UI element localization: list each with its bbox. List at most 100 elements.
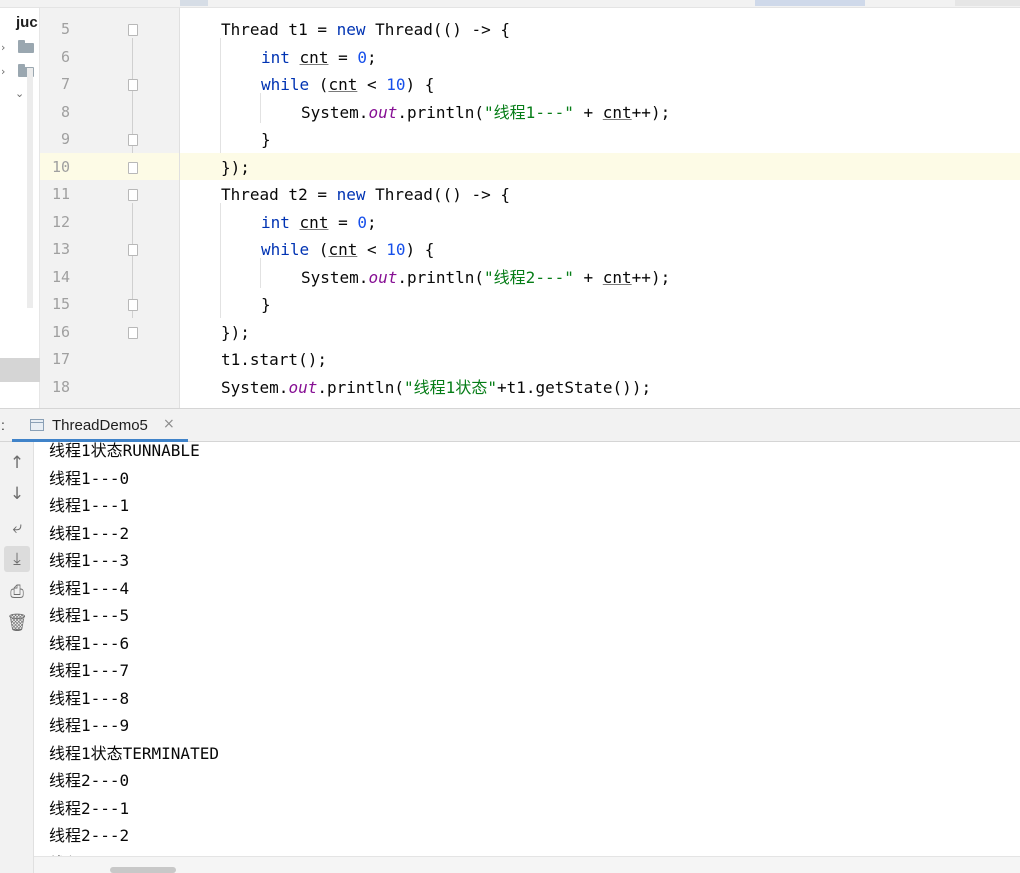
- line-number: 11: [51, 185, 70, 203]
- code-line[interactable]: System.out.println("线程2---" + cnt++);: [301, 264, 670, 291]
- code-token: ++);: [631, 102, 671, 122]
- code-token: out: [288, 377, 318, 397]
- line-number: 17: [51, 350, 70, 368]
- fold-marker-icon[interactable]: [128, 134, 138, 146]
- line-number: 12: [51, 212, 70, 231]
- current-line-highlight: [180, 153, 1020, 180]
- line-number: 9: [60, 130, 70, 148]
- code-token: "线程2---": [484, 267, 574, 287]
- code-token: (: [309, 240, 329, 259]
- code-line[interactable]: while (cnt < 10) {: [261, 71, 434, 98]
- project-root-label[interactable]: juc: [16, 14, 38, 31]
- code-token: });: [221, 322, 250, 342]
- code-token: while: [261, 75, 310, 94]
- code-token: cnt: [602, 102, 632, 122]
- line-number: 18: [51, 377, 70, 396]
- code-token: +: [573, 267, 603, 287]
- code-token: ) {: [405, 240, 435, 259]
- code-line[interactable]: Thread t1 = new Thread(() -> {: [221, 16, 510, 43]
- clear-all-icon[interactable]: 🗑: [4, 610, 30, 636]
- indent-guide: [220, 38, 221, 153]
- code-token: System.: [221, 377, 289, 397]
- console-line: 线程1---4: [49, 578, 130, 598]
- console-line: 线程1---9: [49, 716, 130, 735]
- code-token: });: [221, 157, 250, 177]
- scrollbar-thumb[interactable]: [110, 867, 176, 873]
- close-icon[interactable]: ×: [163, 416, 175, 432]
- code-token: t1.start();: [221, 350, 327, 369]
- fold-marker-icon[interactable]: [128, 244, 138, 256]
- console-line: 线程1---2: [49, 523, 130, 543]
- code-line[interactable]: }: [261, 126, 271, 153]
- code-token: Thread(() -> {: [365, 185, 510, 204]
- run-tab-label: ThreadDemo5: [52, 417, 148, 434]
- code-token: out: [368, 102, 398, 122]
- scroll-up-icon[interactable]: ↑: [4, 450, 30, 476]
- fold-marker-icon[interactable]: [128, 24, 138, 36]
- code-token: +: [573, 102, 603, 122]
- run-tab[interactable]: ThreadDemo5 ×: [12, 409, 188, 443]
- code-line[interactable]: System.out.println("线程1状态"+t1.getState()…: [221, 374, 651, 401]
- chevron-right-icon[interactable]: ›: [1, 65, 5, 78]
- console-line: 线程1---3: [49, 551, 130, 570]
- console-line: 线程1---1: [49, 496, 130, 515]
- code-token: new: [336, 185, 366, 204]
- code-line[interactable]: }: [261, 291, 271, 318]
- code-token: int: [261, 212, 290, 232]
- code-token: Thread(() -> {: [365, 20, 510, 39]
- code-token: System.: [301, 267, 369, 287]
- code-token: .println(: [397, 267, 485, 287]
- code-token: =: [328, 212, 358, 232]
- console-horizontal-scrollbar[interactable]: [34, 856, 1020, 873]
- fold-marker-icon[interactable]: [128, 299, 138, 311]
- selected-tree-row[interactable]: [0, 358, 40, 382]
- code-line[interactable]: while (cnt < 10) {: [261, 236, 434, 263]
- chevron-right-icon[interactable]: ›: [1, 41, 5, 54]
- project-panel: juc › › ⌄: [0, 8, 40, 408]
- fold-marker-icon[interactable]: [128, 189, 138, 201]
- line-number: 15: [51, 295, 70, 313]
- code-line[interactable]: });: [221, 319, 250, 346]
- line-number: 10: [51, 157, 70, 176]
- scroll-down-icon[interactable]: ↓: [4, 481, 30, 507]
- code-token: "线程1状态": [404, 377, 497, 397]
- code-token: Thread t1 =: [221, 20, 337, 39]
- fold-marker-icon[interactable]: [128, 326, 138, 339]
- code-token: .println(: [397, 102, 485, 122]
- cutoff-fragment: [755, 0, 865, 6]
- code-token: out: [368, 267, 398, 287]
- code-line[interactable]: int cnt = 0;: [261, 44, 377, 71]
- chevron-down-icon[interactable]: ⌄: [15, 87, 24, 100]
- console-line: 线程2---0: [49, 771, 130, 790]
- editor-top-strip: [0, 0, 1020, 8]
- folder-icon[interactable]: [18, 40, 34, 53]
- code-line[interactable]: System.out.println("线程1---" + cnt++);: [301, 99, 670, 126]
- code-token: 0: [357, 47, 367, 67]
- soft-wrap-icon[interactable]: ⤶: [4, 515, 30, 541]
- code-token: }: [261, 130, 271, 149]
- code-token: }: [261, 295, 271, 314]
- project-scrollbar[interactable]: [27, 68, 33, 308]
- code-line[interactable]: t1.start();: [221, 346, 327, 373]
- code-token: 0: [357, 212, 367, 232]
- code-token: ;: [367, 47, 377, 67]
- console-line: 线程1---5: [49, 606, 130, 625]
- console-output[interactable]: 线程1状态RUNNABLE 线程1---0 线程1---1 线程1---2 线程1---…: [34, 442, 1020, 873]
- console-line: 线程1---6: [49, 633, 130, 653]
- fold-marker-icon[interactable]: [128, 161, 138, 174]
- scroll-to-end-icon[interactable]: ⤓: [4, 546, 30, 572]
- indent-guide: [220, 203, 221, 318]
- print-icon[interactable]: ⎙: [4, 579, 30, 605]
- line-number: 5: [60, 20, 70, 38]
- code-line[interactable]: int cnt = 0;: [261, 209, 377, 236]
- code-token: +t1.getState());: [496, 377, 652, 397]
- code-line[interactable]: Thread t2 = new Thread(() -> {: [221, 181, 510, 208]
- code-line[interactable]: });: [221, 154, 250, 181]
- code-token: while: [261, 240, 310, 259]
- code-editor[interactable]: Thread t1 = new Thread(() -> {int cnt = …: [180, 8, 1020, 408]
- code-token: int: [261, 47, 290, 67]
- code-token: cnt: [328, 75, 358, 94]
- console-icon: [30, 419, 44, 431]
- fold-marker-icon[interactable]: [128, 79, 138, 91]
